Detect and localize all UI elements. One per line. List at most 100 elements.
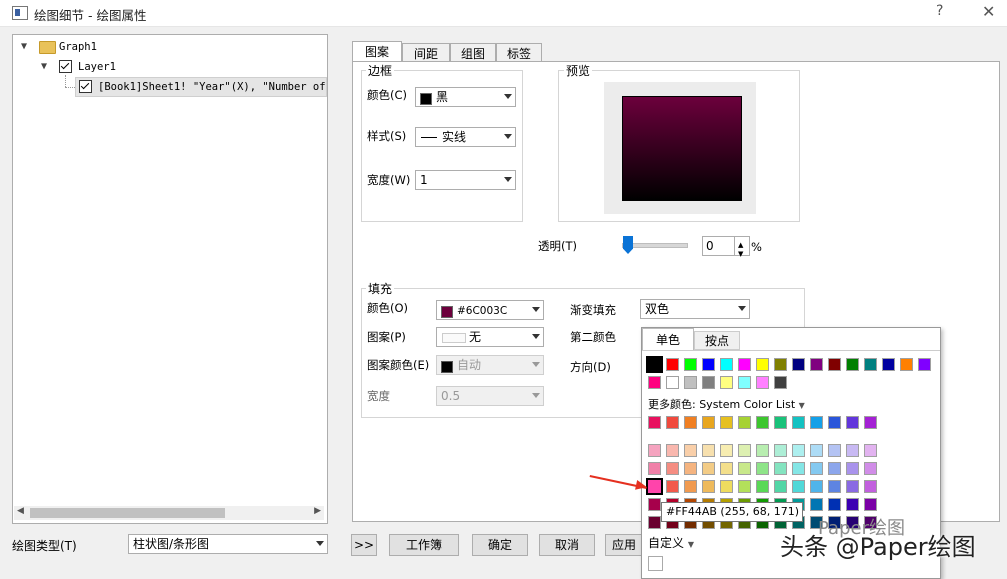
color-cell[interactable] xyxy=(846,480,859,493)
border-width-select[interactable]: 1 xyxy=(415,170,516,190)
color-cell[interactable] xyxy=(648,376,661,389)
color-cell[interactable] xyxy=(864,444,877,457)
color-cell[interactable] xyxy=(720,480,733,493)
apply-button[interactable]: 应用 xyxy=(605,534,643,556)
color-cell[interactable] xyxy=(702,416,715,429)
color-cell[interactable] xyxy=(648,498,661,511)
color-cell[interactable] xyxy=(702,358,715,371)
color-cell[interactable] xyxy=(828,498,841,511)
color-cell[interactable] xyxy=(666,416,679,429)
tab-single-color[interactable]: 单色 xyxy=(642,328,694,350)
color-cell[interactable] xyxy=(684,358,697,371)
color-cell[interactable] xyxy=(648,462,661,475)
color-cell[interactable] xyxy=(648,444,661,457)
custom-color-cell[interactable] xyxy=(648,556,663,571)
color-cell[interactable] xyxy=(846,416,859,429)
color-cell[interactable] xyxy=(792,480,805,493)
color-cell[interactable] xyxy=(738,444,751,457)
color-cell[interactable] xyxy=(774,358,787,371)
color-cell[interactable] xyxy=(702,444,715,457)
color-cell[interactable] xyxy=(810,498,823,511)
ok-button[interactable]: 确定 xyxy=(472,534,528,556)
plot-tree[interactable]: ▼ Graph1 ▼ Layer1 [Book1]Sheet1! "Year"(… xyxy=(12,34,328,524)
color-cell[interactable] xyxy=(720,462,733,475)
color-cell[interactable] xyxy=(756,444,769,457)
more-colors-label[interactable]: 更多颜色: System Color List ▼ xyxy=(648,396,805,412)
color-cell[interactable] xyxy=(646,356,663,373)
color-cell[interactable] xyxy=(864,480,877,493)
fill-width-select[interactable]: 0.5 xyxy=(436,386,544,406)
color-cell[interactable] xyxy=(828,416,841,429)
gradient-select[interactable]: 双色 xyxy=(640,299,750,319)
color-cell[interactable] xyxy=(684,462,697,475)
color-cell[interactable] xyxy=(702,480,715,493)
spinner-buttons[interactable]: ▲ ▼ xyxy=(734,237,749,258)
color-cell[interactable] xyxy=(666,358,679,371)
scroll-right-icon[interactable]: ▶ xyxy=(314,506,321,516)
plot-checkbox[interactable] xyxy=(79,80,92,93)
tab-pattern[interactable]: 图案 xyxy=(352,41,402,63)
color-cell[interactable] xyxy=(720,416,733,429)
tree-item-plot[interactable]: [Book1]Sheet1! "Year"(X), "Number of F xyxy=(75,77,327,97)
color-cell[interactable] xyxy=(756,416,769,429)
color-cell[interactable] xyxy=(864,358,877,371)
border-color-select[interactable]: 黑 xyxy=(415,87,516,107)
custom-color-menu[interactable]: 自定义 ▼ xyxy=(648,534,694,551)
border-style-select[interactable]: 实线 xyxy=(415,127,516,147)
scroll-left-icon[interactable]: ◀ xyxy=(17,506,24,516)
color-cell[interactable] xyxy=(882,358,895,371)
color-cell[interactable] xyxy=(774,444,787,457)
fill-color-select[interactable]: #6C003C xyxy=(436,300,544,320)
tab-by-points[interactable]: 按点 xyxy=(694,331,740,350)
color-cell[interactable] xyxy=(646,478,663,495)
color-cell[interactable] xyxy=(828,444,841,457)
plot-type-select[interactable]: 柱状图/条形图 xyxy=(128,534,328,554)
color-cell[interactable] xyxy=(684,480,697,493)
color-cell[interactable] xyxy=(702,376,715,389)
color-cell[interactable] xyxy=(792,444,805,457)
spin-down-icon[interactable]: ▼ xyxy=(738,245,743,263)
color-cell[interactable] xyxy=(918,358,931,371)
color-cell[interactable] xyxy=(720,444,733,457)
color-cell[interactable] xyxy=(684,376,697,389)
color-cell[interactable] xyxy=(666,462,679,475)
color-cell[interactable] xyxy=(756,376,769,389)
color-cell[interactable] xyxy=(864,498,877,511)
color-cell[interactable] xyxy=(846,498,859,511)
color-cell[interactable] xyxy=(828,358,841,371)
color-cell[interactable] xyxy=(738,480,751,493)
color-cell[interactable] xyxy=(738,358,751,371)
expand-button[interactable]: >> xyxy=(351,534,377,556)
color-cell[interactable] xyxy=(810,480,823,493)
color-cell[interactable] xyxy=(810,416,823,429)
help-button[interactable]: ? xyxy=(936,3,943,19)
chevron-down-icon[interactable]: ▼ xyxy=(21,38,27,56)
color-cell[interactable] xyxy=(846,444,859,457)
scrollbar-thumb[interactable] xyxy=(30,508,225,518)
color-cell[interactable] xyxy=(810,444,823,457)
color-cell[interactable] xyxy=(756,480,769,493)
color-cell[interactable] xyxy=(792,358,805,371)
tab-label[interactable]: 标签 xyxy=(496,43,542,63)
horizontal-scrollbar[interactable]: ◀ ▶ xyxy=(14,506,324,520)
cancel-button[interactable]: 取消 xyxy=(539,534,595,556)
color-cell[interactable] xyxy=(702,462,715,475)
color-cell[interactable] xyxy=(738,376,751,389)
color-cell[interactable] xyxy=(666,444,679,457)
color-cell[interactable] xyxy=(810,462,823,475)
color-cell[interactable] xyxy=(720,376,733,389)
color-cell[interactable] xyxy=(774,480,787,493)
layer-checkbox[interactable] xyxy=(59,60,72,73)
color-cell[interactable] xyxy=(846,462,859,475)
pattern-select[interactable]: 无 xyxy=(436,327,544,347)
workbook-button[interactable]: 工作簿 xyxy=(389,534,459,556)
color-cell[interactable] xyxy=(666,480,679,493)
color-cell[interactable] xyxy=(774,462,787,475)
pattern-color-select[interactable]: 自动 xyxy=(436,355,544,375)
tab-spacing[interactable]: 间距 xyxy=(402,43,450,63)
color-cell[interactable] xyxy=(774,376,787,389)
color-cell[interactable] xyxy=(738,462,751,475)
color-cell[interactable] xyxy=(756,358,769,371)
color-cell[interactable] xyxy=(756,462,769,475)
color-cell[interactable] xyxy=(864,416,877,429)
